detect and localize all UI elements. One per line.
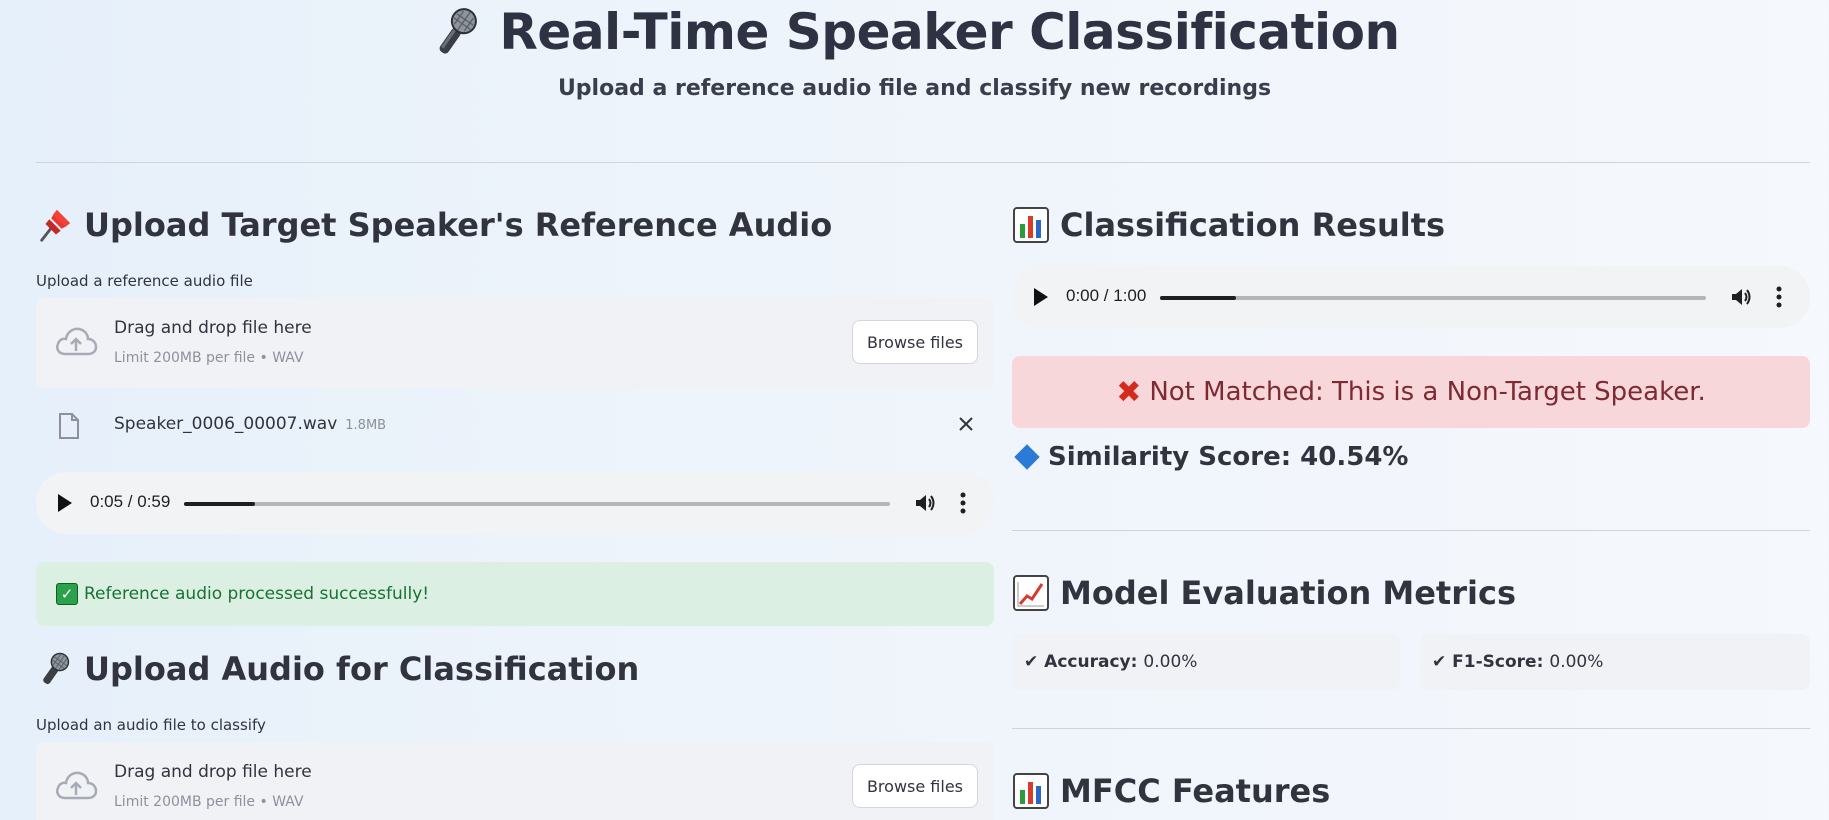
- seek-bar[interactable]: [184, 502, 890, 506]
- app-header: Real-Time Speaker Classification Upload …: [0, 0, 1829, 101]
- uploaded-file-name: Speaker_0006_00007.wav: [114, 414, 338, 434]
- dropzone-limit: Limit 200MB per file • WAV: [114, 794, 304, 810]
- mfcc-heading: MFCC Features: [1012, 772, 1330, 810]
- results-heading: Classification Results: [1012, 206, 1445, 244]
- results-heading-text: Classification Results: [1060, 206, 1446, 244]
- player-time: 0:05 / 0:59: [90, 492, 171, 511]
- dropzone-limit: Limit 200MB per file • WAV: [114, 350, 304, 366]
- seek-bar-progress: [1160, 296, 1237, 300]
- results-divider: [1012, 530, 1810, 531]
- page-title: Real-Time Speaker Classification: [0, 0, 1829, 62]
- remove-file-button[interactable]: [958, 416, 974, 436]
- mfcc-heading-text: MFCC Features: [1060, 772, 1331, 810]
- success-message: Reference audio processed successfully!: [84, 584, 430, 604]
- play-icon[interactable]: [58, 494, 72, 512]
- check-icon: ✓: [56, 583, 78, 605]
- volume-icon[interactable]: [914, 492, 936, 514]
- close-icon: [959, 417, 973, 431]
- classify-dropzone[interactable]: Drag and drop file here Limit 200MB per …: [36, 742, 994, 820]
- metrics-heading-text: Model Evaluation Metrics: [1060, 574, 1516, 612]
- reference-heading: Upload Target Speaker's Reference Audio: [36, 206, 832, 244]
- classified-audio-player[interactable]: 0:00 / 1:00: [1012, 266, 1810, 328]
- dropzone-title: Drag and drop file here: [114, 318, 312, 338]
- page-subtitle: Upload a reference audio file and classi…: [557, 76, 1272, 101]
- browse-files-button[interactable]: Browse files: [851, 320, 978, 364]
- seek-bar-progress: [184, 502, 255, 506]
- more-options-icon[interactable]: [960, 491, 966, 515]
- volume-icon[interactable]: [1730, 286, 1752, 308]
- classify-heading-text: Upload Audio for Classification: [84, 650, 640, 688]
- f1-score-value: 0.00%: [1549, 652, 1604, 672]
- f1-score-label: F1-Score:: [1452, 652, 1544, 672]
- similarity-score: Similarity Score: 40.54%: [1012, 442, 1408, 472]
- play-icon[interactable]: [1034, 288, 1048, 306]
- f1-score-metric: ✔ F1-Score: 0.00%: [1420, 634, 1810, 690]
- header-divider: [36, 162, 1810, 163]
- seek-bar[interactable]: [1160, 296, 1706, 300]
- file-icon: [59, 413, 79, 439]
- bar-chart-icon: [1013, 773, 1049, 809]
- uploaded-file-row: Speaker_0006_00007.wav 1.8MB: [36, 412, 994, 444]
- similarity-score-text: Similarity Score: 40.54%: [1048, 442, 1409, 472]
- metrics-divider: [1012, 728, 1810, 729]
- reference-dropzone[interactable]: Drag and drop file here Limit 200MB per …: [36, 298, 994, 388]
- metrics-heading: Model Evaluation Metrics: [1012, 574, 1516, 612]
- uploaded-file-size: 1.8MB: [345, 418, 387, 433]
- error-alert: ✖ Not Matched: This is a Non-Target Spea…: [1012, 356, 1810, 428]
- verdict-message: Not Matched: This is a Non-Target Speake…: [1149, 377, 1706, 407]
- chart-increasing-icon: [1013, 575, 1049, 611]
- cross-mark-icon: ✖: [1116, 374, 1142, 410]
- success-alert: ✓ Reference audio processed successfully…: [36, 562, 994, 626]
- player-time: 0:00 / 1:00: [1066, 286, 1147, 305]
- reference-upload-label: Upload a reference audio file: [36, 272, 253, 290]
- cloud-upload-icon: [56, 771, 98, 800]
- browse-files-button[interactable]: Browse files: [851, 764, 978, 808]
- microphone-icon: [439, 8, 478, 54]
- more-options-icon[interactable]: [1776, 285, 1782, 309]
- page-title-text: Real-Time Speaker Classification: [499, 3, 1400, 61]
- classify-upload-label: Upload an audio file to classify: [36, 716, 266, 734]
- accuracy-value: 0.00%: [1143, 652, 1198, 672]
- reference-audio-player[interactable]: 0:05 / 0:59: [36, 472, 994, 534]
- bar-chart-icon: [1013, 207, 1049, 243]
- dropzone-title: Drag and drop file here: [114, 762, 312, 782]
- microphone-icon: [43, 652, 70, 685]
- pushpin-icon: [40, 209, 71, 242]
- classify-heading: Upload Audio for Classification: [36, 650, 639, 688]
- blue-diamond-icon: [1014, 444, 1040, 470]
- accuracy-label: Accuracy:: [1044, 652, 1138, 672]
- reference-heading-text: Upload Target Speaker's Reference Audio: [84, 206, 833, 244]
- cloud-upload-icon: [56, 327, 98, 356]
- accuracy-metric: ✔ Accuracy: 0.00%: [1012, 634, 1400, 690]
